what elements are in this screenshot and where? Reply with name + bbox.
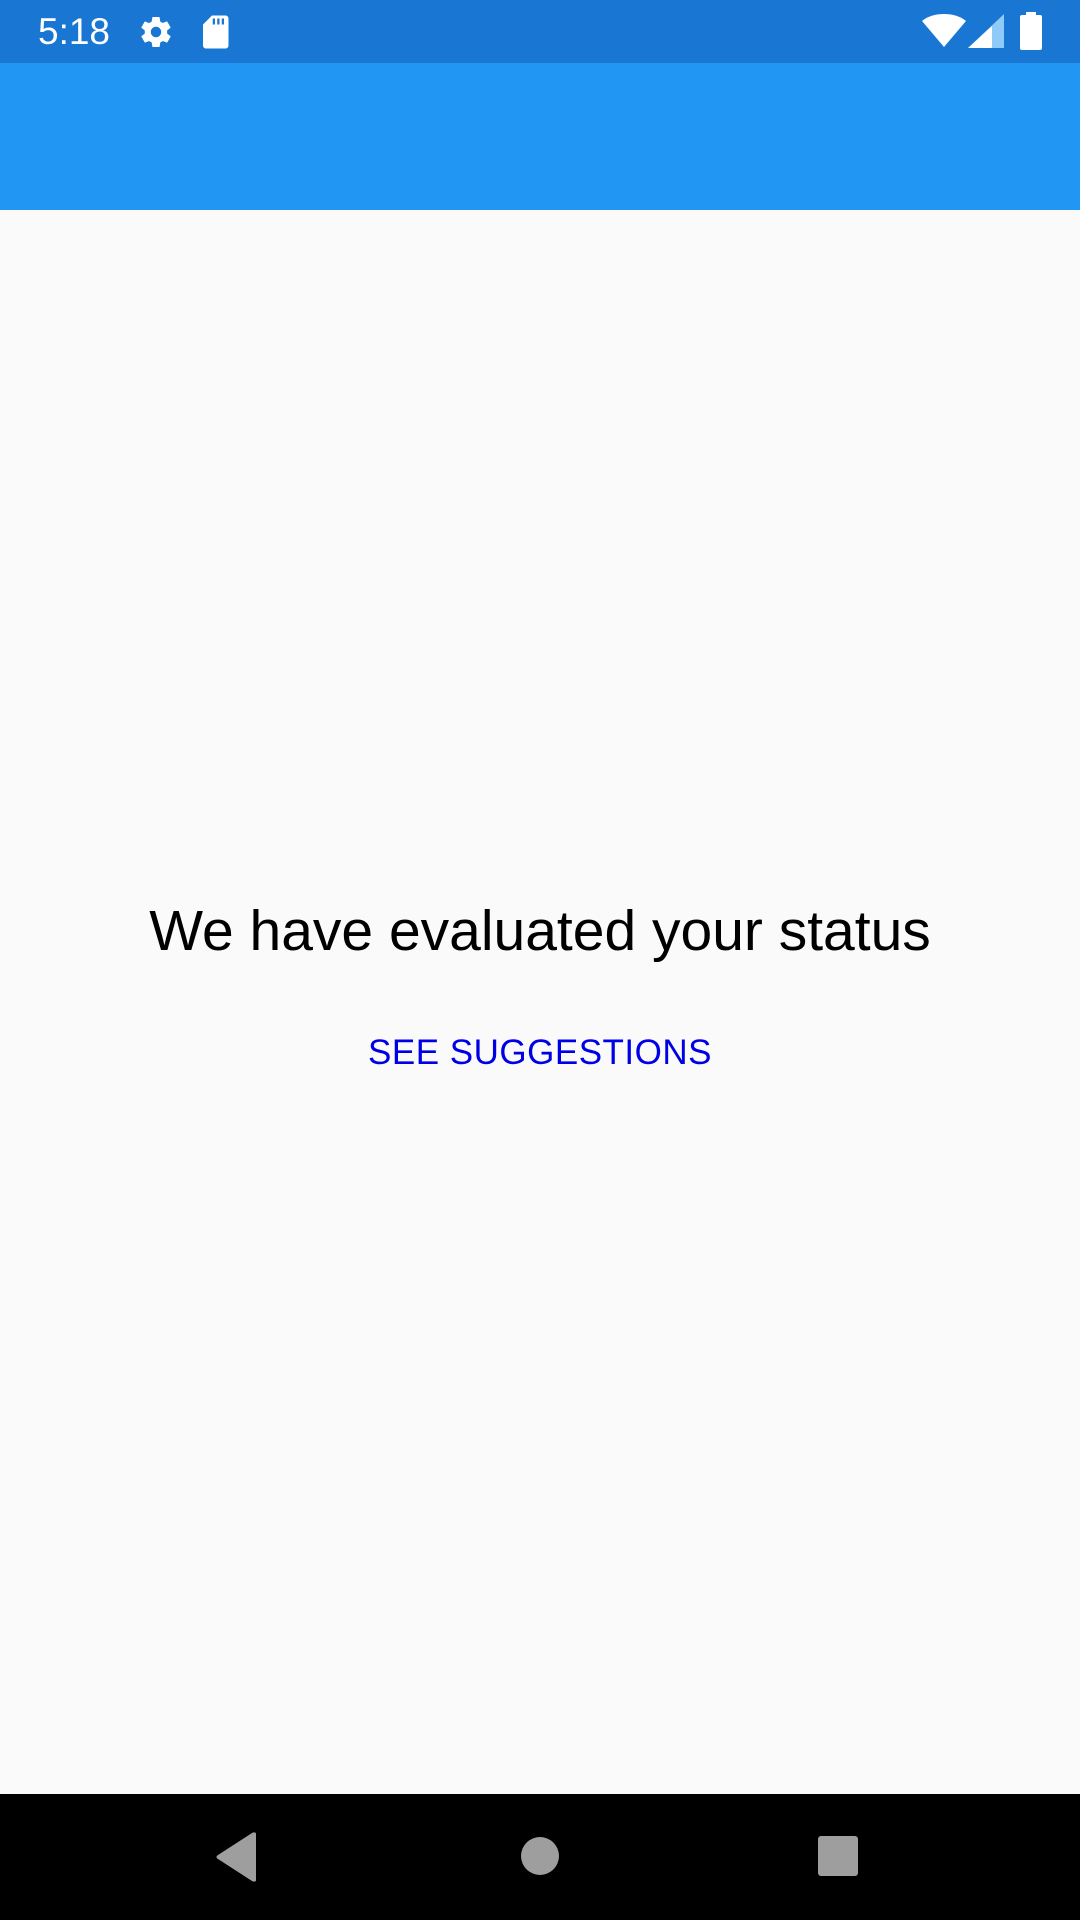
see-suggestions-button[interactable]: SEE SUGGESTIONS xyxy=(340,1018,740,1088)
sd-card-icon xyxy=(203,15,229,49)
recents-icon[interactable] xyxy=(818,1836,858,1876)
navigation-bar xyxy=(0,1794,1080,1920)
home-icon[interactable] xyxy=(520,1836,560,1876)
status-time: 5:18 xyxy=(38,11,111,52)
back-icon[interactable] xyxy=(216,1832,258,1882)
wifi-icon xyxy=(922,14,966,47)
signal-icon xyxy=(968,14,1004,48)
gear-icon xyxy=(141,17,171,48)
status-headline: We have evaluated your status xyxy=(149,899,931,963)
app-bar xyxy=(0,63,1080,210)
screen: 5:18 We have evaluated your status SEE S… xyxy=(0,0,1080,1920)
main-content: We have evaluated your status SEE SUGGES… xyxy=(0,210,1080,1794)
battery-icon xyxy=(1020,12,1042,50)
status-bar: 5:18 xyxy=(0,0,1080,63)
